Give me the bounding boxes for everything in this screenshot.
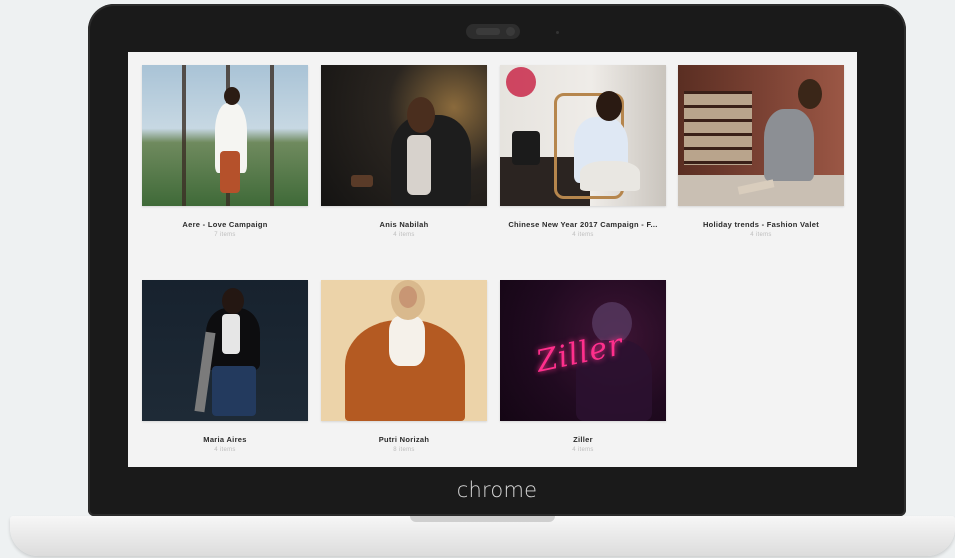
card-item-count: 4 items (214, 447, 236, 453)
gallery-card[interactable]: Maria Aires 4 items (142, 280, 308, 453)
gallery-thumbnail[interactable]: Ziller (500, 280, 666, 421)
card-title[interactable]: Chinese New Year 2017 Campaign - F... (500, 220, 666, 229)
gallery-card[interactable]: Holiday trends - Fashion Valet 4 items (678, 65, 844, 238)
gallery-thumbnail[interactable] (321, 280, 487, 421)
laptop-base (10, 516, 955, 556)
card-item-count: 4 items (572, 447, 594, 453)
gallery-card[interactable]: Anis Nabilah 4 items (321, 65, 487, 238)
gallery-card[interactable]: Putri Norizah 8 items (321, 280, 487, 453)
gallery-thumbnail[interactable] (678, 65, 844, 206)
laptop-lid: Aere - Love Campaign 7 items Anis Nabila… (88, 4, 906, 516)
webcam (466, 24, 520, 39)
card-item-count: 7 items (214, 232, 236, 238)
lid-notch (410, 516, 555, 522)
gallery-card[interactable]: Ziller Ziller 4 items (500, 280, 666, 453)
card-item-count: 8 items (393, 447, 415, 453)
light-sensor (556, 31, 559, 34)
card-title[interactable]: Putri Norizah (321, 435, 487, 444)
card-title[interactable]: Holiday trends - Fashion Valet (678, 220, 844, 229)
gallery-card[interactable]: Chinese New Year 2017 Campaign - F... 4 … (500, 65, 666, 238)
chrome-logo: chrome (456, 478, 538, 502)
card-title[interactable]: Aere - Love Campaign (142, 220, 308, 229)
gallery-thumbnail[interactable] (321, 65, 487, 206)
gallery-thumbnail[interactable] (500, 65, 666, 206)
card-item-count: 4 items (393, 232, 415, 238)
gallery-card[interactable]: Aere - Love Campaign 7 items (142, 65, 308, 238)
gallery-thumbnail[interactable] (142, 280, 308, 421)
screen: Aere - Love Campaign 7 items Anis Nabila… (128, 52, 857, 467)
card-title[interactable]: Maria Aires (142, 435, 308, 444)
card-item-count: 4 items (750, 232, 772, 238)
card-item-count: 4 items (572, 232, 594, 238)
card-title[interactable]: Ziller (500, 435, 666, 444)
card-title[interactable]: Anis Nabilah (321, 220, 487, 229)
gallery-thumbnail[interactable] (142, 65, 308, 206)
